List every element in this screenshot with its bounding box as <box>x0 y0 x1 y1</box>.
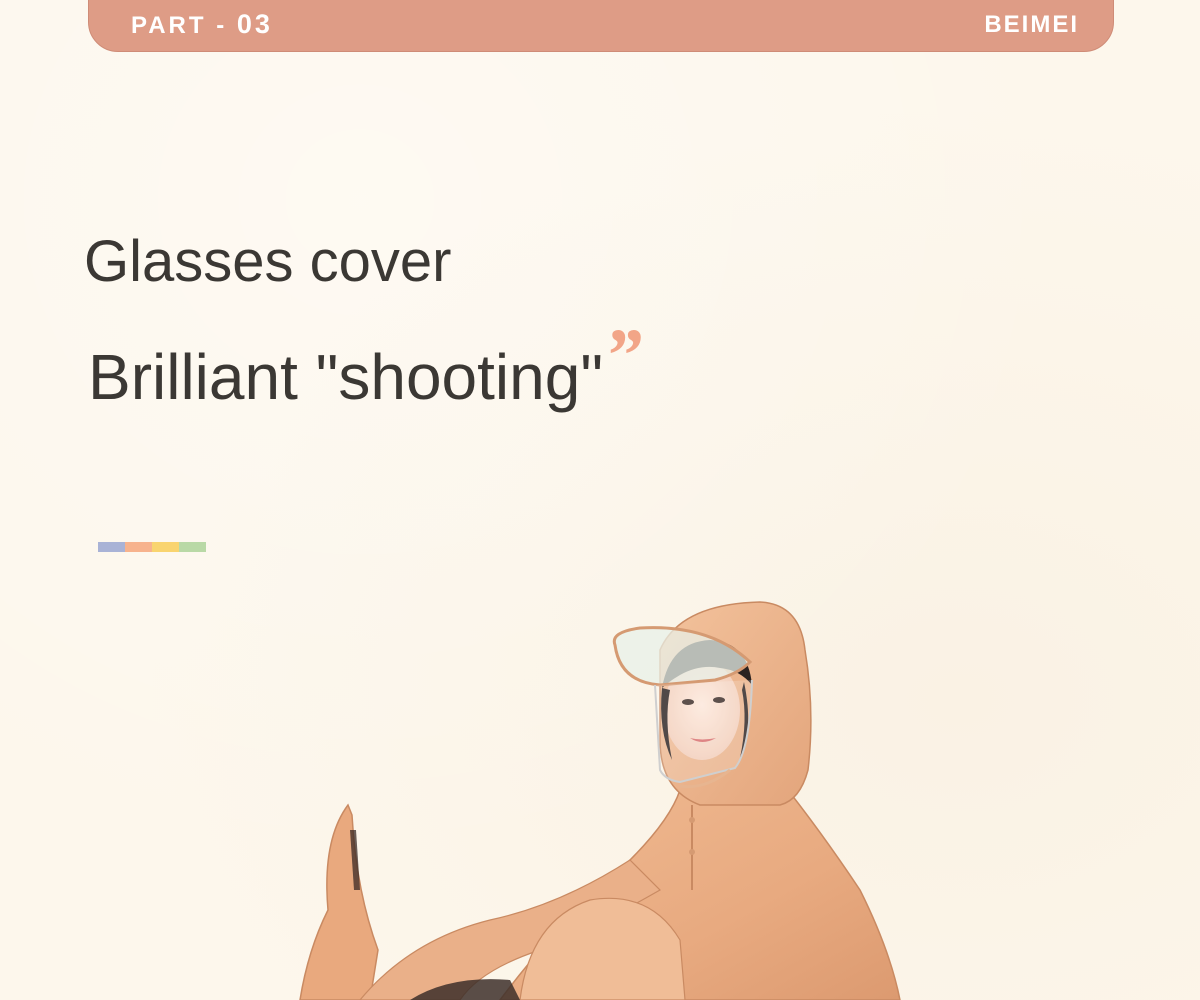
brand-name: BEIMEI <box>984 11 1079 38</box>
section-part-label: PART - 03 <box>131 9 273 40</box>
swatch-yellow <box>152 542 179 552</box>
feature-title: Glasses cover <box>84 229 452 294</box>
part-prefix: PART - <box>131 12 237 39</box>
product-detail-page: PART - 03 BEIMEI Glasses cover Brilliant… <box>0 0 1200 1000</box>
part-number: 03 <box>236 9 273 39</box>
front-panel-shape <box>299 803 379 1000</box>
swatch-green <box>179 542 206 552</box>
feature-subtitle: Brilliant "shooting" <box>88 341 604 413</box>
raincoat-product-image <box>299 601 901 1000</box>
swatch-peach <box>125 542 152 552</box>
swatch-blue <box>98 542 125 552</box>
decorative-quote-mark: ” <box>604 314 642 398</box>
color-swatch-strip <box>98 542 206 552</box>
